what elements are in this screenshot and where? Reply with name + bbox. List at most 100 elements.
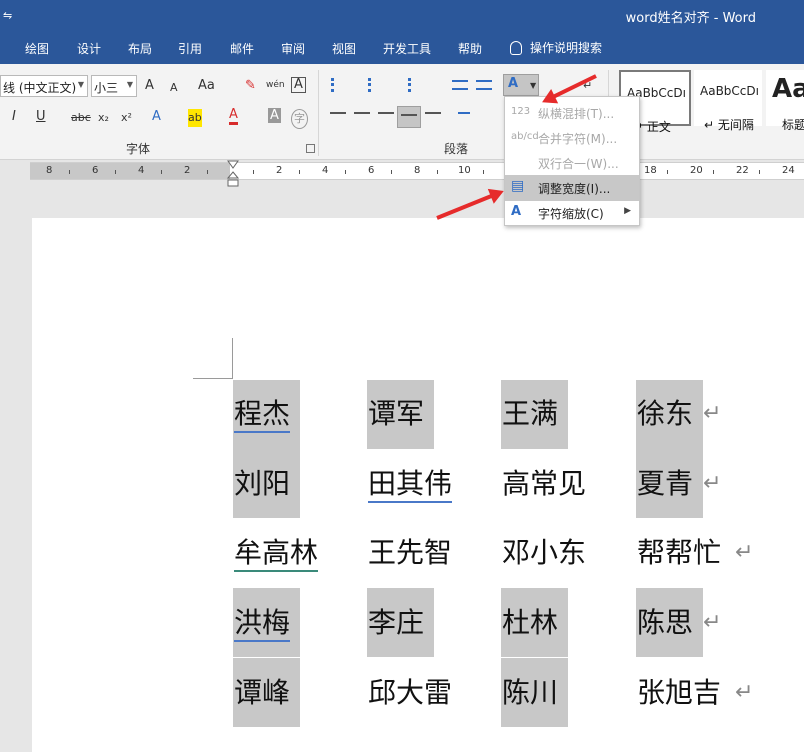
ruler-tick <box>253 170 254 174</box>
align-left-icon[interactable] <box>330 112 346 114</box>
name-cell[interactable]: 王满 <box>502 397 558 431</box>
clear-format-icon[interactable]: ✎ <box>245 77 256 95</box>
font-size-combo[interactable]: 小三 ▼ <box>91 75 137 97</box>
ruler-label: 6 <box>92 165 99 176</box>
bullets-icon[interactable] <box>331 78 345 92</box>
ruler-label: 8 <box>46 165 53 176</box>
ruler-label: 20 <box>690 165 703 176</box>
decrease-indent-icon[interactable] <box>452 80 468 90</box>
ruler-label: 6 <box>368 165 375 176</box>
phonetic-guide-icon[interactable]: wén <box>266 76 285 94</box>
char-border-icon[interactable]: A <box>291 77 306 93</box>
menu-item-label: 调整宽度(I)... <box>538 182 611 196</box>
style-no-spacing[interactable]: AaBbCcDı ↵ 无间隔 <box>694 70 762 132</box>
multilevel-list-icon[interactable] <box>408 78 422 92</box>
ruler-tick <box>483 170 484 174</box>
name-cell[interactable]: 陈思 <box>637 606 693 640</box>
distributed-icon[interactable] <box>425 112 441 114</box>
name-cell[interactable]: 夏青 <box>637 467 693 501</box>
name-cell[interactable]: 李庄 <box>368 606 424 640</box>
tell-me-label: 操作说明搜索 <box>530 41 603 55</box>
name-cell[interactable]: 徐东 <box>637 397 693 431</box>
tab-developer[interactable]: 开发工具 <box>383 40 431 57</box>
ruler-label: 4 <box>322 165 329 176</box>
window-title: word姓名对齐 - Word <box>625 11 756 26</box>
ruler-label: 2 <box>184 165 191 176</box>
font-name-combo[interactable]: 线 (中文正文) ▼ <box>0 75 88 97</box>
tell-me-search[interactable]: 操作说明搜索 <box>510 39 602 56</box>
tab-draw[interactable]: 绘图 <box>25 40 49 57</box>
tab-help[interactable]: 帮助 <box>458 40 482 57</box>
indent-marker-icon[interactable] <box>227 160 239 188</box>
char-scaling-icon: A <box>511 204 522 219</box>
tab-layout[interactable]: 布局 <box>128 40 152 57</box>
ruler-tick <box>115 170 116 174</box>
menu-item-fit-text[interactable]: ▤ 调整宽度(I)... <box>505 175 639 201</box>
enclose-char-icon[interactable]: 字 <box>291 109 308 129</box>
ruler-tick <box>713 170 714 174</box>
superscript-button[interactable]: x² <box>121 109 132 127</box>
style-sample: AaBbCcDı <box>700 84 759 98</box>
paragraph-mark: ↵ <box>703 471 722 496</box>
font-size-value: 小三 <box>94 81 119 95</box>
font-group-label: 字体 <box>126 142 151 156</box>
lightbulb-icon <box>510 40 522 55</box>
ruler-tick <box>69 170 70 174</box>
increase-indent-icon[interactable] <box>476 80 492 90</box>
horizontal-ruler[interactable]: 8 6 4 2 2 4 6 8 10 12 14 16 18 20 22 24 <box>30 162 804 180</box>
numbering-icon[interactable] <box>368 78 382 92</box>
style-heading[interactable]: Aa 标题 <box>766 70 804 132</box>
name-cell[interactable]: 田其伟 <box>368 467 453 503</box>
grow-font-icon[interactable]: A <box>145 77 154 95</box>
name-cell[interactable]: 程杰 <box>234 397 291 433</box>
name-cell[interactable]: 王先智 <box>368 536 452 570</box>
char-shading-icon[interactable]: A <box>268 108 281 123</box>
tab-references[interactable]: 引用 <box>178 40 202 57</box>
highlight-icon[interactable]: ab <box>188 109 202 127</box>
italic-button[interactable]: I <box>12 108 16 126</box>
quick-access-icon[interactable]: ⇋ <box>3 9 12 22</box>
tab-mailings[interactable]: 邮件 <box>230 40 254 57</box>
strikethrough-button[interactable]: abc <box>71 109 91 127</box>
name-cell[interactable]: 邓小东 <box>502 536 586 570</box>
dialog-launcher-icon[interactable] <box>306 144 315 153</box>
paragraph-group-label: 段落 <box>444 142 469 156</box>
ruler-tick <box>667 170 668 174</box>
align-center-icon[interactable] <box>354 112 370 114</box>
name-cell[interactable]: 牟高林 <box>234 536 319 572</box>
shrink-font-icon[interactable]: A <box>170 79 178 97</box>
underline-button[interactable]: U <box>36 108 46 126</box>
change-case-icon[interactable]: Aa <box>198 77 215 95</box>
ruler-tick <box>207 170 208 174</box>
combine-chars-icon: ab/cd <box>511 131 539 142</box>
name-cell[interactable]: 高常见 <box>502 467 586 501</box>
menu-item-vertical-in-horizontal[interactable]: 123 纵横混排(T)... <box>505 100 639 126</box>
line-spacing-icon[interactable] <box>458 112 470 114</box>
name-cell[interactable]: 张旭吉 <box>637 676 721 710</box>
name-cell[interactable]: 刘阳 <box>234 467 290 501</box>
subscript-button[interactable]: x₂ <box>98 109 109 127</box>
asian-layout-icon: A <box>508 76 519 91</box>
font-color-icon[interactable]: A <box>229 108 238 125</box>
name-cell[interactable]: 洪梅 <box>234 606 291 642</box>
menu-item-two-lines-in-one[interactable]: 双行合一(W)... <box>505 150 639 176</box>
ruler-label: 10 <box>458 165 471 176</box>
name-cell[interactable]: 谭峰 <box>234 676 290 710</box>
tab-view[interactable]: 视图 <box>332 40 356 57</box>
divider <box>318 70 319 156</box>
tab-design[interactable]: 设计 <box>77 40 101 57</box>
name-cell[interactable]: 帮帮忙 <box>637 536 721 570</box>
menu-item-combine-chars[interactable]: ab/cd 合并字符(M)... <box>505 125 639 151</box>
paragraph-mark: ↵ <box>703 401 722 426</box>
name-cell[interactable]: 谭军 <box>368 397 424 431</box>
name-cell[interactable]: 邱大雷 <box>368 676 452 710</box>
tab-review[interactable]: 审阅 <box>281 40 305 57</box>
align-right-icon[interactable] <box>378 112 394 114</box>
menu-item-char-scaling[interactable]: A 字符缩放(C) ▶ <box>505 200 639 226</box>
submenu-arrow-icon: ▶ <box>624 206 631 216</box>
justify-button[interactable] <box>397 106 421 128</box>
name-cell[interactable]: 陈川 <box>502 676 558 710</box>
name-cell[interactable]: 杜林 <box>502 606 558 640</box>
style-name: 标题 <box>782 118 804 132</box>
text-effect-icon[interactable]: A <box>152 108 161 126</box>
